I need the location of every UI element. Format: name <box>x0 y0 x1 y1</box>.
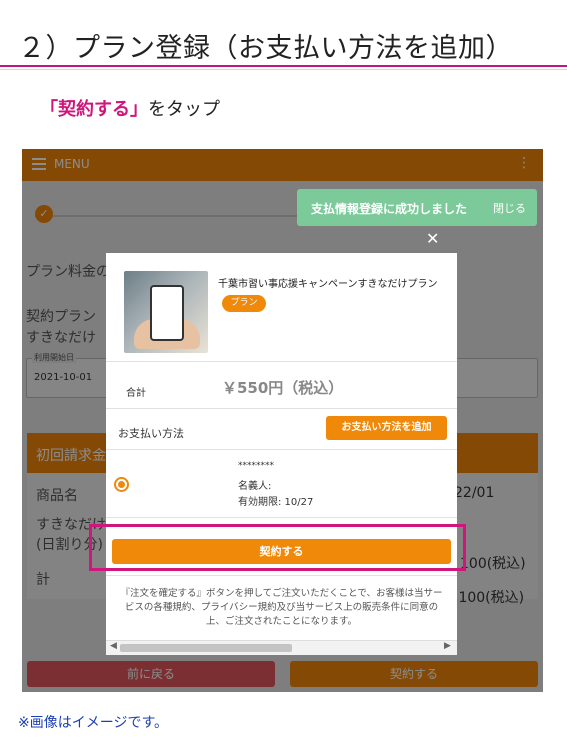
payment-method-label: お支払い方法 <box>118 427 184 440</box>
toast-close-button[interactable]: 閉じる <box>493 200 526 216</box>
divider <box>106 408 457 409</box>
title-underline <box>0 65 567 67</box>
plan-badge: プラン <box>222 295 266 312</box>
divider <box>106 575 457 576</box>
image-note: ※画像はイメージです。 <box>18 715 169 731</box>
terms-text: 『注文を確定する』ボタンを押してご注文いただくことで、お客様は当サービスの各種規… <box>120 588 443 627</box>
instruction-highlight: 「契約する」 <box>40 99 148 120</box>
card-number-mask: ******** <box>238 461 274 471</box>
card-radio-button[interactable] <box>114 477 129 492</box>
contract-button-highlight <box>89 524 466 571</box>
total-label: 合計 <box>126 388 146 399</box>
add-payment-method-button[interactable]: お支払い方法を追加 <box>326 416 447 440</box>
scroll-left-arrow-icon[interactable]: ◀ <box>110 641 117 651</box>
instruction-rest: をタップ <box>148 99 220 120</box>
horizontal-scrollbar[interactable]: ◀ ▶ <box>106 640 457 655</box>
divider <box>106 517 457 518</box>
card-expiry: 有効期限: 10/27 <box>238 497 314 508</box>
app-screenshot: MENU ⋮ ✓ プラン料金の 契約プラン すきなだけ 利用開始日 2021-1… <box>22 149 543 692</box>
page-title: ２）プラン登録（お支払い方法を追加） <box>18 33 513 64</box>
modal-close-icon[interactable]: ✕ <box>426 229 439 248</box>
product-image <box>124 271 208 353</box>
total-value: ￥550円（税込） <box>222 379 344 397</box>
card-holder-label: 名義人: <box>238 481 272 492</box>
instruction: 「契約する」をタップ <box>40 95 220 121</box>
success-toast: 支払情報登録に成功しました 閉じる <box>297 189 537 226</box>
order-modal: 千葉市習い事応援キャンペーンすきなだけプラン プラン 合計 ￥550円（税込） … <box>106 253 457 640</box>
phone-graphic <box>150 285 184 341</box>
scrollbar-thumb[interactable] <box>120 644 292 652</box>
title-underline-secondary <box>0 69 567 70</box>
toast-message: 支払情報登録に成功しました <box>311 202 468 216</box>
product-name: 千葉市習い事応援キャンペーンすきなだけプラン <box>218 279 438 290</box>
divider <box>106 449 457 450</box>
divider <box>106 361 457 362</box>
scroll-right-arrow-icon[interactable]: ▶ <box>444 641 451 651</box>
